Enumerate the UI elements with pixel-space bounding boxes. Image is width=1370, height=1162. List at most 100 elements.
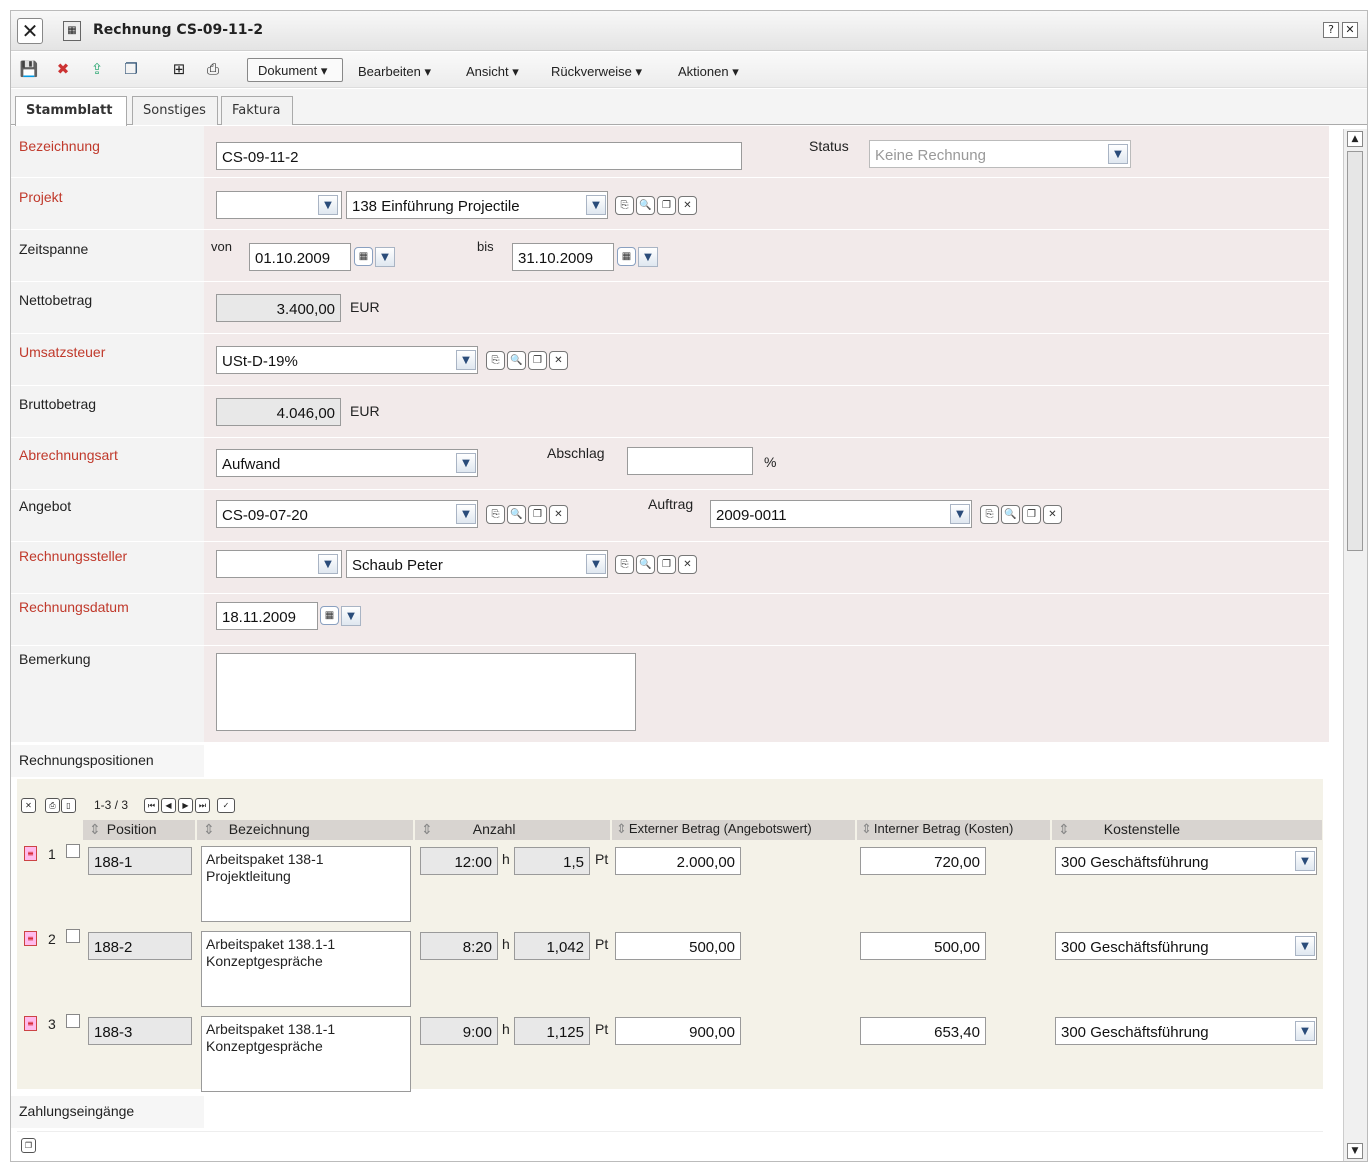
- tab-stammblatt[interactable]: Stammblatt: [15, 96, 127, 126]
- row-checkbox[interactable]: [66, 1014, 80, 1028]
- umsatzsteuer-select[interactable]: USt-D-19%: [216, 346, 478, 374]
- row-document-icon[interactable]: ≡: [24, 931, 37, 946]
- positionen-doc-icon[interactable]: ▯: [61, 798, 76, 813]
- rechnungssteller-open-icon[interactable]: ⎘: [615, 555, 634, 574]
- header-extern[interactable]: ⇕ Externer Betrag (Angebotswert): [612, 820, 855, 840]
- row-bezeichnung[interactable]: Arbeitspaket 138.1-1 Konzeptgespräche: [201, 1016, 411, 1092]
- bis-date-input[interactable]: 31.10.2009: [512, 243, 614, 271]
- header-bezeichnung[interactable]: ⇕ Bezeichnung: [197, 820, 413, 840]
- row-checkbox[interactable]: [66, 929, 80, 943]
- row-kostenstelle-chevron-down-icon[interactable]: ▼: [1295, 936, 1315, 956]
- bis-chevron-down-icon[interactable]: ▼: [638, 247, 658, 267]
- header-intern[interactable]: ⇕ Interner Betrag (Kosten): [857, 820, 1050, 840]
- row-intern-input[interactable]: 500,00: [860, 932, 986, 960]
- confirm-icon[interactable]: ✓: [217, 798, 235, 813]
- auftrag-copy-icon[interactable]: ❐: [1022, 505, 1041, 524]
- row-bezeichnung[interactable]: Arbeitspaket 138.1-1 Konzeptgespräche: [201, 931, 411, 1007]
- rechnungssteller-select[interactable]: Schaub Peter: [346, 550, 608, 578]
- row-kostenstelle-chevron-down-icon[interactable]: ▼: [1295, 851, 1315, 871]
- header-anzahl[interactable]: ⇕ Anzahl: [415, 820, 610, 840]
- row-document-icon[interactable]: ≡: [24, 1016, 37, 1031]
- row-kostenstelle-select[interactable]: 300 Geschäftsführung: [1055, 847, 1317, 875]
- angebot-select[interactable]: CS-09-07-20: [216, 500, 478, 528]
- menu-ansicht[interactable]: Ansicht ▾: [466, 64, 519, 80]
- row-extern-input[interactable]: 2.000,00: [615, 847, 741, 875]
- auftrag-search-icon[interactable]: 🔍: [1001, 505, 1020, 524]
- projekt-clear-icon[interactable]: ✕: [678, 196, 697, 215]
- row-intern-input[interactable]: 720,00: [860, 847, 986, 875]
- rechnungsdatum-input[interactable]: 18.11.2009: [216, 602, 318, 630]
- menu-dokument[interactable]: Dokument ▾: [247, 58, 343, 82]
- tab-sonstiges[interactable]: Sonstiges: [132, 96, 218, 125]
- row-intern-input[interactable]: 653,40: [860, 1017, 986, 1045]
- auftrag-open-icon[interactable]: ⎘: [980, 505, 999, 524]
- umsatzsteuer-chevron-down-icon[interactable]: ▼: [456, 350, 476, 370]
- row-checkbox[interactable]: [66, 844, 80, 858]
- row-extern-input[interactable]: 500,00: [615, 932, 741, 960]
- copy-icon[interactable]: ❐: [121, 59, 141, 79]
- help-icon[interactable]: ?: [1323, 22, 1339, 38]
- header-position[interactable]: ⇕ Position: [83, 820, 195, 840]
- auftrag-select[interactable]: 2009-0011: [710, 500, 972, 528]
- status-select[interactable]: Keine Rechnung: [869, 140, 1131, 168]
- scroll-thumb[interactable]: [1347, 151, 1363, 551]
- rechnungssteller-chevron-down-icon[interactable]: ▼: [586, 554, 606, 574]
- rechnungsdatum-chevron-down-icon[interactable]: ▼: [341, 606, 361, 626]
- projekt-copy-icon[interactable]: ❐: [657, 196, 676, 215]
- row-document-icon[interactable]: ≡: [24, 846, 37, 861]
- close-icon[interactable]: ✕: [17, 18, 43, 44]
- bezeichnung-input[interactable]: CS-09-11-2: [216, 142, 742, 170]
- menu-bearbeiten[interactable]: Bearbeiten ▾: [358, 64, 431, 80]
- save-icon[interactable]: 💾: [19, 59, 39, 79]
- projekt-select[interactable]: 138 Einführung Projectile: [346, 191, 608, 219]
- projekt-search-icon[interactable]: 🔍: [636, 196, 655, 215]
- new-document-icon[interactable]: ⊞: [169, 59, 189, 79]
- rechnungssteller-prefix-chevron-down-icon[interactable]: ▼: [318, 554, 338, 574]
- prev-page-icon[interactable]: ◀: [161, 798, 176, 813]
- close-window-icon[interactable]: ✕: [1342, 22, 1358, 38]
- last-page-icon[interactable]: ⏭: [195, 798, 210, 813]
- print-icon[interactable]: ⎙: [203, 59, 223, 79]
- angebot-clear-icon[interactable]: ✕: [549, 505, 568, 524]
- export-icon[interactable]: ⇪: [87, 59, 107, 79]
- von-chevron-down-icon[interactable]: ▼: [375, 247, 395, 267]
- header-kostenstelle[interactable]: ⇕ Kostenstelle: [1052, 820, 1322, 840]
- abschlag-input[interactable]: [627, 447, 753, 475]
- von-calendar-icon[interactable]: ▦: [354, 247, 373, 266]
- positionen-delete-icon[interactable]: ✕: [21, 798, 36, 813]
- umsatzsteuer-copy-icon[interactable]: ❐: [528, 351, 547, 370]
- first-page-icon[interactable]: ⏮: [144, 798, 159, 813]
- umsatzsteuer-clear-icon[interactable]: ✕: [549, 351, 568, 370]
- status-chevron-down-icon[interactable]: ▼: [1108, 144, 1128, 164]
- rechnungsdatum-calendar-icon[interactable]: ▦: [320, 606, 339, 625]
- bemerkung-textarea[interactable]: [216, 653, 636, 731]
- rechnungssteller-search-icon[interactable]: 🔍: [636, 555, 655, 574]
- abrechnungsart-chevron-down-icon[interactable]: ▼: [456, 453, 476, 473]
- row-kostenstelle-select[interactable]: 300 Geschäftsführung: [1055, 932, 1317, 960]
- projekt-chevron-down-icon[interactable]: ▼: [586, 195, 606, 215]
- vertical-scrollbar[interactable]: ▲ ▼: [1343, 129, 1367, 1161]
- angebot-copy-icon[interactable]: ❐: [528, 505, 547, 524]
- row-kostenstelle-select[interactable]: 300 Geschäftsführung: [1055, 1017, 1317, 1045]
- umsatzsteuer-search-icon[interactable]: 🔍: [507, 351, 526, 370]
- scroll-down-icon[interactable]: ▼: [1347, 1143, 1363, 1159]
- zahlungen-copy-icon[interactable]: ❐: [21, 1138, 36, 1153]
- tab-faktura[interactable]: Faktura: [221, 96, 293, 125]
- row-extern-input[interactable]: 900,00: [615, 1017, 741, 1045]
- umsatzsteuer-open-icon[interactable]: ⎘: [486, 351, 505, 370]
- scroll-up-icon[interactable]: ▲: [1347, 131, 1363, 147]
- next-page-icon[interactable]: ▶: [178, 798, 193, 813]
- projekt-open-icon[interactable]: ⎘: [615, 196, 634, 215]
- auftrag-chevron-down-icon[interactable]: ▼: [950, 504, 970, 524]
- angebot-open-icon[interactable]: ⎘: [486, 505, 505, 524]
- angebot-search-icon[interactable]: 🔍: [507, 505, 526, 524]
- bis-calendar-icon[interactable]: ▦: [617, 247, 636, 266]
- row-kostenstelle-chevron-down-icon[interactable]: ▼: [1295, 1021, 1315, 1041]
- positionen-print-icon[interactable]: ⎙: [45, 798, 60, 813]
- von-date-input[interactable]: 01.10.2009: [249, 243, 351, 271]
- abrechnungsart-select[interactable]: Aufwand: [216, 449, 478, 477]
- menu-aktionen[interactable]: Aktionen ▾: [678, 64, 739, 80]
- projekt-prefix-chevron-down-icon[interactable]: ▼: [318, 195, 338, 215]
- rechnungssteller-copy-icon[interactable]: ❐: [657, 555, 676, 574]
- menu-rueckverweise[interactable]: Rückverweise ▾: [551, 64, 642, 80]
